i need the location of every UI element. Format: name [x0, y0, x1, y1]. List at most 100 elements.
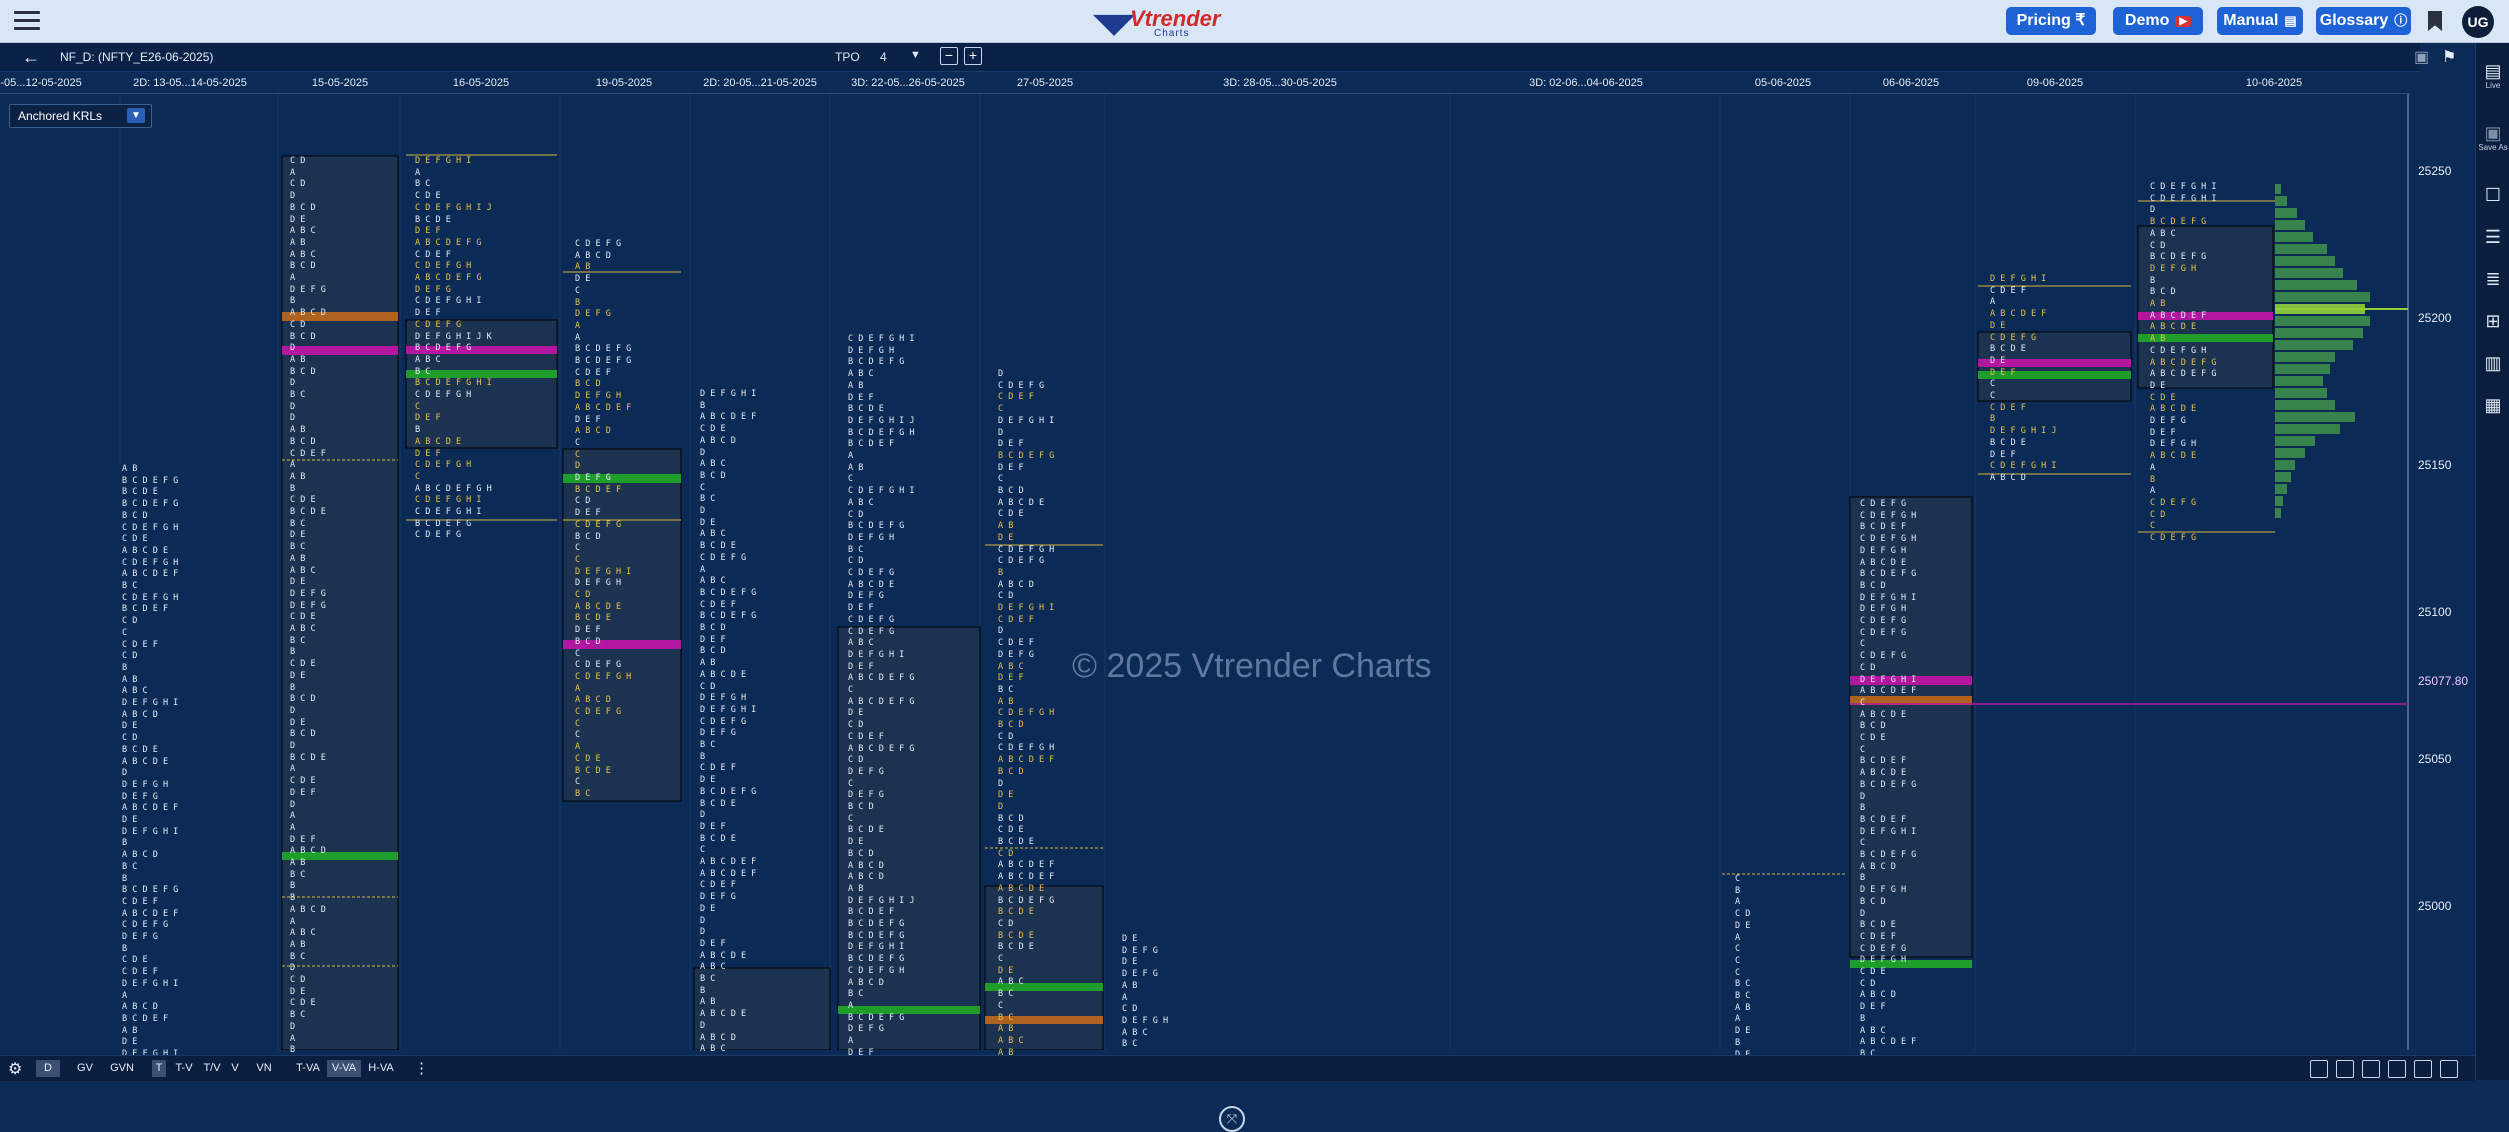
- tpo-row: A: [848, 451, 859, 461]
- mode-t-v-button[interactable]: T-V: [172, 1060, 196, 1077]
- expand-icon[interactable]: [2414, 1060, 2432, 1078]
- tpo-row: A B C D E F: [998, 860, 1060, 871]
- mode-d-button[interactable]: D: [36, 1060, 60, 1077]
- tpo-row: A: [1735, 897, 1746, 908]
- tpo-row: A B C D E F G H: [415, 483, 497, 494]
- mode-t-va-button[interactable]: T-VA: [292, 1060, 324, 1077]
- bookmark-icon[interactable]: [2428, 11, 2442, 31]
- date-label: 19-05-2025: [595, 77, 653, 89]
- tpo-row: D E: [122, 815, 143, 825]
- save-as-item[interactable]: ▣ Save As: [2476, 123, 2509, 152]
- tpo-row: D E F G H I J: [848, 895, 920, 906]
- chevron-down-icon[interactable]: ▼: [910, 49, 921, 61]
- settings-gear-icon[interactable]: ⚙: [8, 1059, 22, 1079]
- tpo-row: B C D: [700, 623, 731, 633]
- stack-tool-icon[interactable]: ≣: [2476, 269, 2509, 289]
- tpo-row: B C D: [998, 766, 1029, 777]
- anchored-krls-select[interactable]: Anchored KRLs ▼: [9, 104, 152, 128]
- tpo-row: C D E F G H: [848, 965, 910, 976]
- tpo-row: A B C D E F: [700, 412, 762, 423]
- tpo-row: A: [415, 167, 426, 178]
- table-view-icon[interactable]: [2310, 1060, 2328, 1078]
- tpo-row: B C D E F G: [122, 885, 184, 896]
- tpo-row: A: [1990, 297, 2001, 308]
- list-tool-icon[interactable]: ☰: [2476, 227, 2509, 247]
- mode-v-va-button[interactable]: V-VA: [327, 1060, 361, 1077]
- tpo-row: D: [290, 799, 301, 810]
- vtrender-logo[interactable]: ◥◤ Vtrender Charts: [1094, 4, 1220, 39]
- tpo-row: A: [848, 1036, 859, 1046]
- price-axis: 25250 25200 25150 25100 25050 25000 2507…: [2410, 94, 2475, 1050]
- fit-screen-icon[interactable]: ⤧: [1219, 1106, 1245, 1132]
- tpo-row: A B C D: [122, 850, 163, 861]
- tpo-row: A B: [2150, 334, 2171, 345]
- tpo-row: A B C D E: [848, 579, 900, 590]
- panel-view-icon[interactable]: [2388, 1060, 2406, 1078]
- columns-tool-icon[interactable]: ▥: [2476, 353, 2509, 373]
- mode-t-slash-v-button[interactable]: T/V: [200, 1060, 224, 1077]
- chevron-down-icon[interactable]: ▼: [127, 108, 145, 123]
- tpo-row: B C: [700, 974, 721, 984]
- tpo-row: C D E F G H: [415, 390, 477, 400]
- market-profile-chart[interactable]: A B B C D E F G B C D E B C D E F G B C …: [0, 94, 2410, 1132]
- tpo-row: C D E F G: [415, 530, 467, 541]
- mode-h-va-button[interactable]: H-VA: [364, 1060, 398, 1077]
- tpo-row: A B C D: [575, 426, 616, 437]
- tpo-row: D E: [290, 577, 311, 588]
- date-label: 06-06-2025: [1882, 77, 1940, 89]
- tpo-row: D: [290, 1021, 301, 1032]
- tpo-row: C: [848, 685, 859, 695]
- mode-t-button[interactable]: T: [152, 1060, 166, 1077]
- mode-gvn-button[interactable]: GVN: [106, 1060, 138, 1077]
- tpo-row: C D E: [998, 509, 1029, 520]
- tpo-row: A B C D E F G: [848, 743, 920, 754]
- tpo-row: A B C D E F: [1990, 309, 2052, 320]
- tpo-row: A B C D E: [998, 497, 1050, 508]
- tpo-row: A B: [700, 658, 721, 669]
- mode-vn-button[interactable]: VN: [252, 1060, 276, 1077]
- hamburger-menu-icon[interactable]: [14, 11, 40, 31]
- tpo-row: D E: [575, 274, 596, 285]
- tpo-size-select[interactable]: 4: [880, 50, 887, 64]
- tpo-row: B C D: [290, 436, 321, 447]
- live-item[interactable]: ▤ Live: [2476, 61, 2509, 90]
- tpo-row: D E: [290, 530, 311, 541]
- mode-gv-button[interactable]: GV: [72, 1060, 98, 1077]
- demo-button[interactable]: Demo ▶: [2113, 7, 2203, 35]
- grid-tool-icon[interactable]: ⊞: [2476, 311, 2509, 331]
- tpo-row: A B C: [290, 565, 321, 576]
- save-icon[interactable]: ▣: [2414, 47, 2429, 67]
- tpo-row: D E F G: [575, 473, 616, 483]
- square-tool-icon[interactable]: ☐: [2476, 185, 2509, 205]
- user-avatar[interactable]: UG: [2462, 6, 2494, 38]
- tpo-row: C: [1860, 639, 1871, 650]
- tpo-row: A B C: [290, 249, 321, 260]
- glossary-button[interactable]: Glossary ⓘ: [2316, 7, 2411, 35]
- mode-v-button[interactable]: V: [228, 1060, 242, 1077]
- tpo-row: C: [575, 777, 586, 788]
- tpo-row: B C: [1735, 979, 1756, 990]
- tpo-row: A B C D E: [2150, 404, 2202, 415]
- document-icon: ▤: [2484, 61, 2502, 81]
- tpo-decrease-button[interactable]: −: [940, 47, 958, 65]
- tpo-row: C D E F G H: [415, 460, 477, 471]
- tpo-row: A B C D E: [1860, 709, 1912, 720]
- tpo-row: B C D E F G: [848, 919, 910, 929]
- tpo-row: A B C: [290, 624, 321, 634]
- tpo-row: B C D E F G: [415, 518, 477, 529]
- tpo-increase-button[interactable]: +: [964, 47, 982, 65]
- line-chart-icon[interactable]: [2336, 1060, 2354, 1078]
- close-icon[interactable]: [2440, 1060, 2458, 1078]
- pricing-button[interactable]: Pricing ₹: [2006, 7, 2096, 35]
- manual-button[interactable]: Manual ▤: [2217, 7, 2303, 35]
- pin-icon[interactable]: ⚑: [2442, 47, 2456, 67]
- tpo-row: B C D E F G: [122, 499, 184, 510]
- grid-view-icon[interactable]: [2362, 1060, 2380, 1078]
- tpo-row: A B: [290, 553, 311, 564]
- tpo-row: D E: [998, 532, 1019, 543]
- tiles-tool-icon[interactable]: ▦: [2476, 395, 2509, 415]
- more-options-icon[interactable]: ⋮: [414, 1059, 429, 1077]
- back-arrow-icon[interactable]: ←: [22, 47, 40, 68]
- tpo-row: D: [290, 963, 301, 974]
- tpo-row: A B: [290, 858, 311, 868]
